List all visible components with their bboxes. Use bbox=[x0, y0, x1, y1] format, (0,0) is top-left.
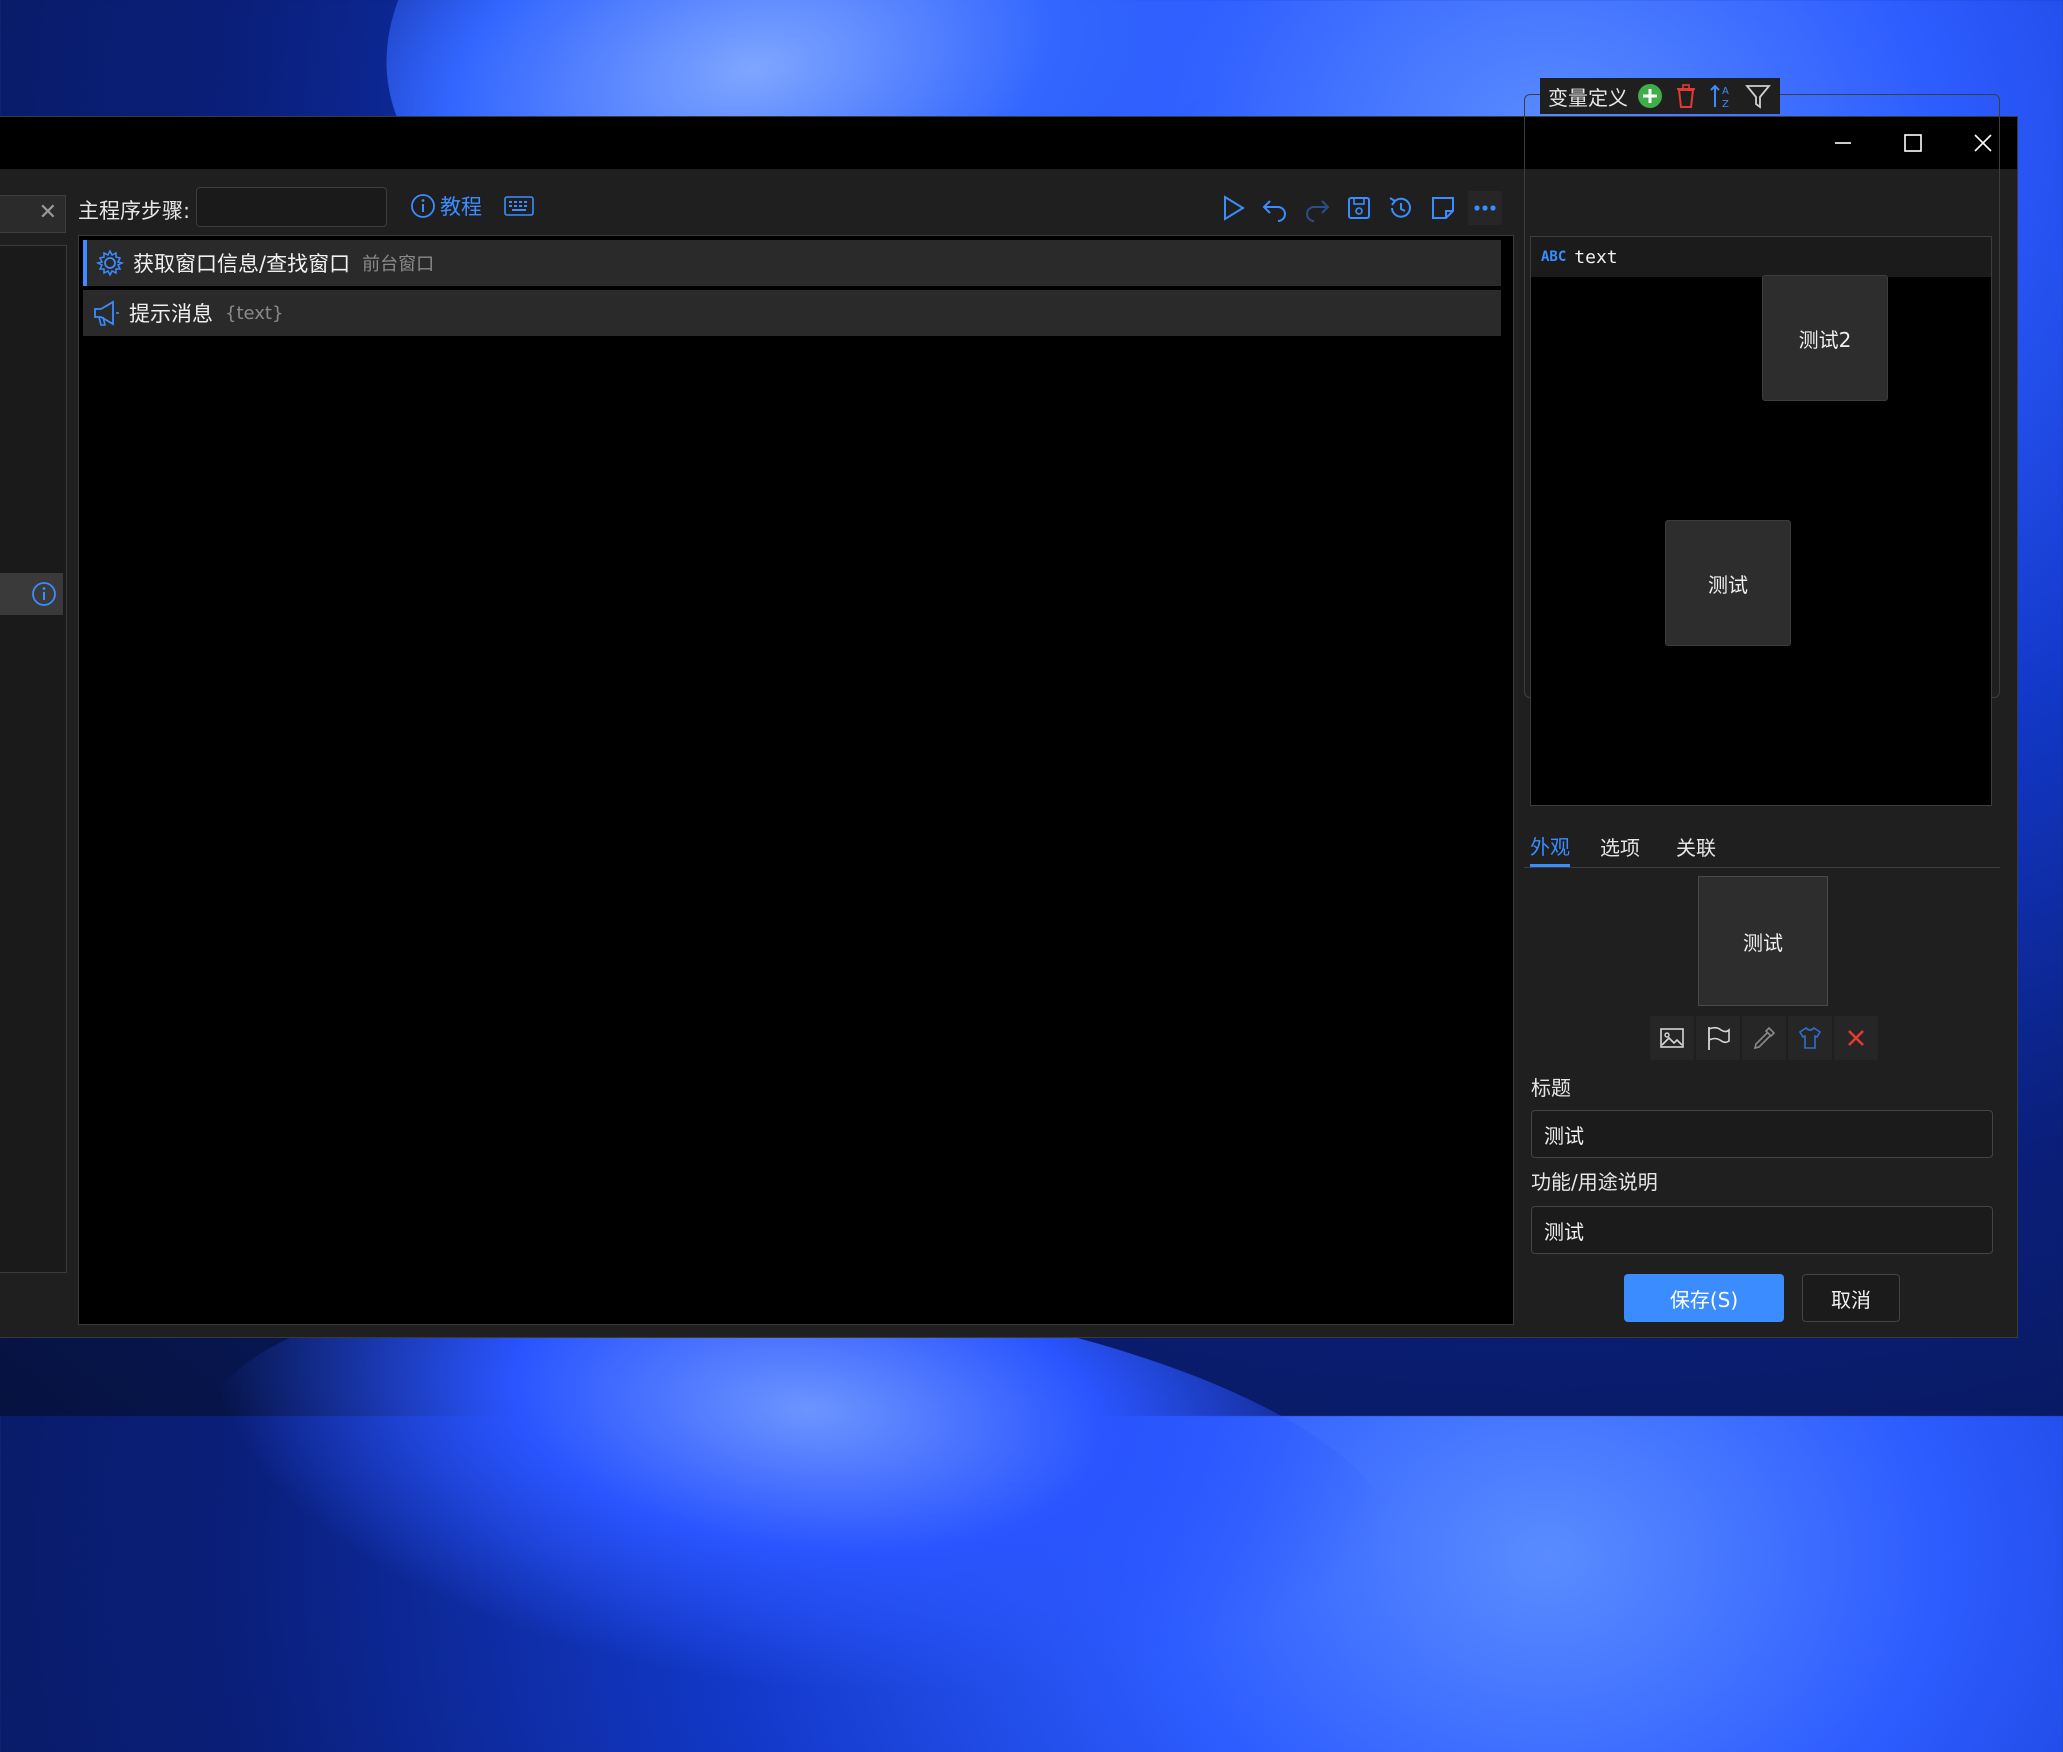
clear-search-icon[interactable]: ✕ bbox=[39, 200, 57, 225]
save-icon bbox=[1348, 197, 1370, 219]
note-icon bbox=[1432, 197, 1454, 219]
run-button[interactable] bbox=[1216, 191, 1250, 225]
step-row[interactable]: 提示消息 {text} bbox=[83, 290, 1501, 336]
string-type-badge: ABC bbox=[1541, 249, 1567, 265]
step-title: 提示消息 bbox=[129, 302, 213, 326]
sidebar-search-box[interactable]: ✕ bbox=[0, 195, 66, 233]
note-button[interactable] bbox=[1426, 191, 1460, 225]
tab-association[interactable]: 关联 bbox=[1676, 826, 1716, 866]
variable-item[interactable]: ABC text bbox=[1531, 237, 1991, 277]
tutorial-link[interactable]: 教程 bbox=[410, 191, 482, 221]
image-icon bbox=[1660, 1028, 1684, 1048]
description-input[interactable] bbox=[1531, 1206, 1993, 1254]
choose-image-button[interactable] bbox=[1650, 1016, 1694, 1060]
floating-tile[interactable]: 测试2 bbox=[1762, 275, 1888, 401]
undo-button[interactable] bbox=[1258, 191, 1292, 225]
redo-icon bbox=[1306, 200, 1330, 222]
tutorial-label: 教程 bbox=[440, 195, 482, 219]
history-icon bbox=[1389, 197, 1411, 218]
filter-icon[interactable] bbox=[1744, 82, 1772, 110]
clear-appearance-button[interactable] bbox=[1834, 1016, 1878, 1060]
info-icon bbox=[32, 582, 56, 606]
svg-text:A: A bbox=[1722, 86, 1729, 97]
step-row[interactable]: 获取窗口信息/查找窗口 前台窗口 bbox=[83, 240, 1501, 286]
keyboard-button[interactable] bbox=[504, 195, 534, 221]
steps-input[interactable] bbox=[196, 187, 387, 227]
variable-header: 变量定义 AZ bbox=[1540, 78, 1780, 114]
appearance-icon-row bbox=[1650, 1016, 1878, 1060]
save-toolbar-button[interactable] bbox=[1342, 191, 1376, 225]
flag-button[interactable] bbox=[1696, 1016, 1740, 1060]
step-title: 获取窗口信息/查找窗口 bbox=[133, 252, 351, 276]
undo-icon bbox=[1262, 200, 1286, 222]
more-button[interactable] bbox=[1468, 191, 1502, 225]
properties-tabs: 外观 选项 关联 bbox=[1524, 826, 2000, 868]
step-subtitle: {text} bbox=[225, 302, 284, 324]
description-label: 功能/用途说明 bbox=[1531, 1170, 1658, 1194]
title-label: 标题 bbox=[1531, 1076, 1571, 1100]
title-input[interactable] bbox=[1531, 1110, 1993, 1158]
eyedropper-button[interactable] bbox=[1742, 1016, 1786, 1060]
step-subtitle: 前台窗口 bbox=[362, 254, 435, 275]
svg-text:Z: Z bbox=[1722, 99, 1729, 110]
play-icon bbox=[1224, 195, 1245, 221]
variable-header-label: 变量定义 bbox=[1548, 85, 1628, 110]
keyboard-icon bbox=[504, 196, 534, 216]
sidebar-info-row[interactable] bbox=[0, 573, 63, 615]
variable-name: text bbox=[1574, 246, 1618, 268]
eyedropper-icon bbox=[1753, 1026, 1776, 1050]
tab-appearance[interactable]: 外观 bbox=[1530, 826, 1570, 867]
history-button[interactable] bbox=[1384, 191, 1418, 225]
add-icon[interactable] bbox=[1636, 82, 1664, 110]
megaphone-icon bbox=[94, 300, 119, 326]
cancel-button[interactable]: 取消 bbox=[1802, 1274, 1900, 1322]
appearance-preview: 测试 bbox=[1698, 876, 1828, 1006]
steps-canvas: 获取窗口信息/查找窗口 前台窗口 提示消息 {text} bbox=[78, 235, 1514, 1325]
floating-tile[interactable]: 测试 bbox=[1665, 520, 1791, 646]
more-icon bbox=[1474, 205, 1496, 211]
delete-icon[interactable] bbox=[1672, 82, 1700, 110]
theme-button[interactable] bbox=[1788, 1016, 1832, 1060]
save-button[interactable]: 保存(S) bbox=[1624, 1274, 1784, 1322]
steps-label: 主程序步骤: bbox=[78, 199, 191, 223]
shirt-icon bbox=[1798, 1026, 1822, 1049]
gear-icon bbox=[95, 249, 125, 277]
tab-options[interactable]: 选项 bbox=[1600, 826, 1640, 866]
flag-icon bbox=[1708, 1026, 1730, 1050]
delete-icon bbox=[1848, 1030, 1864, 1046]
redo-button[interactable] bbox=[1300, 191, 1334, 225]
sort-az-icon[interactable]: AZ bbox=[1708, 82, 1736, 110]
sidebar-panel bbox=[0, 245, 67, 1273]
info-icon bbox=[411, 194, 435, 218]
